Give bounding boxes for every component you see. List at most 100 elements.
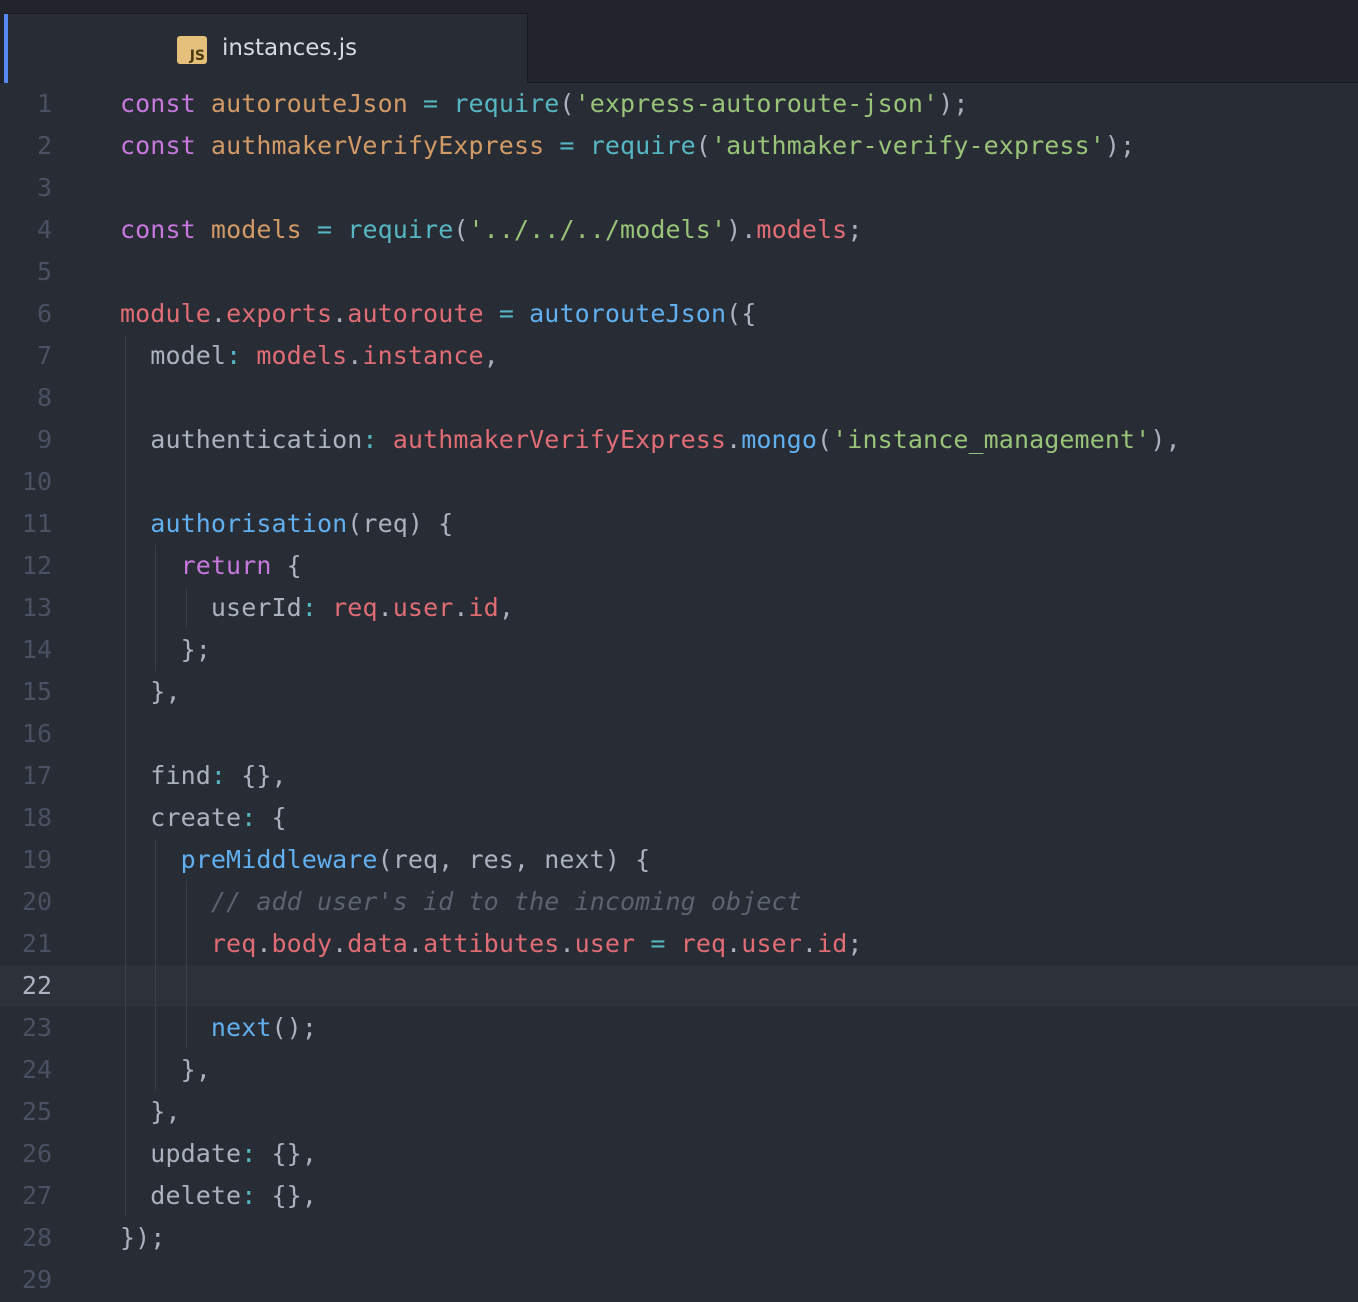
code-line[interactable]: 2 const authmakerVerifyExpress = require(… — [0, 125, 1358, 167]
line-number: 24 — [21, 1055, 52, 1084]
line-content: module.exports.autoroute = autorouteJson… — [120, 293, 756, 335]
line-content: preMiddleware(req, res, next) { — [181, 839, 651, 881]
line-number: 15 — [21, 677, 52, 706]
code-line[interactable]: 10 — [0, 461, 1358, 503]
code-token: ( — [816, 425, 833, 454]
code-token: models — [256, 341, 348, 370]
code-line[interactable]: 28}); — [0, 1217, 1358, 1259]
code-line[interactable]: 16 — [0, 713, 1358, 755]
line-number: 17 — [21, 761, 52, 790]
code-token: create — [150, 803, 242, 832]
line-number: 4 — [36, 215, 52, 244]
code-token: . — [407, 929, 424, 958]
code-token: : — [210, 761, 227, 790]
code-line[interactable]: 14}; — [0, 629, 1358, 671]
code-line[interactable]: 19 preMiddleware(req, res, next) { — [0, 839, 1358, 881]
code-line[interactable]: 5 — [0, 251, 1358, 293]
indent-guide — [155, 923, 156, 965]
line-content: find: {}, — [150, 755, 286, 797]
tab-bar: JS instances.js — [0, 0, 1358, 84]
code-line[interactable]: 23 next(); — [0, 1007, 1358, 1049]
line-content: delete: {}, — [150, 1175, 317, 1217]
code-token: req — [332, 593, 378, 622]
line-content: const models = require('../../../models'… — [120, 209, 863, 251]
line-number: 27 — [21, 1181, 52, 1210]
code-token: (req) { — [347, 509, 454, 538]
code-token: update — [150, 1139, 242, 1168]
code-line[interactable]: 26 update: {}, — [0, 1133, 1358, 1175]
code-line[interactable]: 27 delete: {}, — [0, 1175, 1358, 1217]
code-line[interactable]: 29 — [0, 1259, 1358, 1301]
code-token: = — [317, 215, 333, 244]
code-line[interactable]: 12 return { — [0, 545, 1358, 587]
code-line[interactable]: 18 create: { — [0, 797, 1358, 839]
code-token: const — [120, 215, 196, 244]
code-line[interactable]: 13 userId: req.user.id, — [0, 587, 1358, 629]
code-token: : — [301, 593, 317, 622]
code-token: 'instance_management' — [832, 425, 1151, 454]
line-number: 6 — [36, 299, 52, 328]
line-number: 11 — [21, 509, 52, 538]
code-line[interactable]: 20 // add user's id to the incoming objec… — [0, 881, 1358, 923]
indent-guide — [155, 965, 156, 1007]
code-token: authorisation — [150, 509, 348, 538]
code-token: // add user's id to the incoming object — [210, 887, 802, 916]
line-content: }, — [150, 671, 180, 713]
code-token: autorouteJson — [529, 299, 727, 328]
code-token: : — [362, 425, 378, 454]
code-line[interactable]: 11 authorisation(req) { — [0, 503, 1358, 545]
code-token: autoroute — [347, 299, 484, 328]
line-content: // add user's id to the incoming object — [211, 881, 802, 923]
code-token: user — [741, 929, 802, 958]
tab-title[interactable]: instances.js — [222, 33, 357, 63]
code-line[interactable]: 22 — [0, 965, 1358, 1007]
code-line[interactable]: 8 — [0, 377, 1358, 419]
code-line[interactable]: 7 model: models.instance, — [0, 335, 1358, 377]
code-token: authmakerVerifyExpress — [392, 425, 727, 454]
code-editor[interactable]: 1 const autorouteJson = require('express-… — [0, 83, 1358, 1302]
code-token: . — [256, 929, 272, 958]
code-token: . — [210, 299, 227, 328]
code-token: ( — [695, 131, 711, 160]
code-token: return — [180, 551, 272, 580]
code-token: attibutes — [423, 929, 560, 958]
code-token: (req, res, next) { — [377, 845, 651, 874]
indent-guide — [125, 1175, 126, 1217]
code-token: require — [453, 89, 560, 118]
line-content: }; — [181, 629, 211, 671]
code-line[interactable]: 1 const autorouteJson = require('express-… — [0, 83, 1358, 125]
code-token: ). — [726, 215, 757, 244]
code-line[interactable]: 9 authentication: authmakerVerifyExpress.… — [0, 419, 1358, 461]
javascript-file-icon: JS — [177, 36, 207, 64]
code-token: authmakerVerifyExpress — [210, 131, 545, 160]
code-line[interactable]: 6 module.exports.autoroute = autorouteJso… — [0, 293, 1358, 335]
line-number: 21 — [21, 929, 52, 958]
code-line[interactable]: 25}, — [0, 1091, 1358, 1133]
code-line[interactable]: 4 const models = require('../../../models… — [0, 209, 1358, 251]
code-token: body — [271, 929, 333, 958]
code-line[interactable]: 24}, — [0, 1049, 1358, 1091]
code-line[interactable]: 17 find: {}, — [0, 755, 1358, 797]
indent-guide — [186, 965, 187, 1007]
indent-guide — [125, 461, 126, 503]
indent-guide — [125, 629, 126, 671]
tab-instances-js[interactable]: JS instances.js — [4, 13, 528, 84]
code-line[interactable]: 21 req.body.data.attibutes.user = req.use… — [0, 923, 1358, 965]
code-line[interactable]: 15}, — [0, 671, 1358, 713]
code-token: '../../../models' — [468, 215, 727, 244]
line-number: 22 — [21, 971, 52, 1000]
line-number: 13 — [21, 593, 52, 622]
indent-guide — [186, 1007, 187, 1049]
code-line[interactable]: 3 — [0, 167, 1358, 209]
code-token: { — [271, 551, 302, 580]
indent-guide — [125, 1007, 126, 1049]
code-token: . — [801, 929, 818, 958]
code-token: 'authmaker-verify-express' — [710, 131, 1105, 160]
code-token: . — [453, 593, 469, 622]
code-token: userId — [210, 593, 302, 622]
